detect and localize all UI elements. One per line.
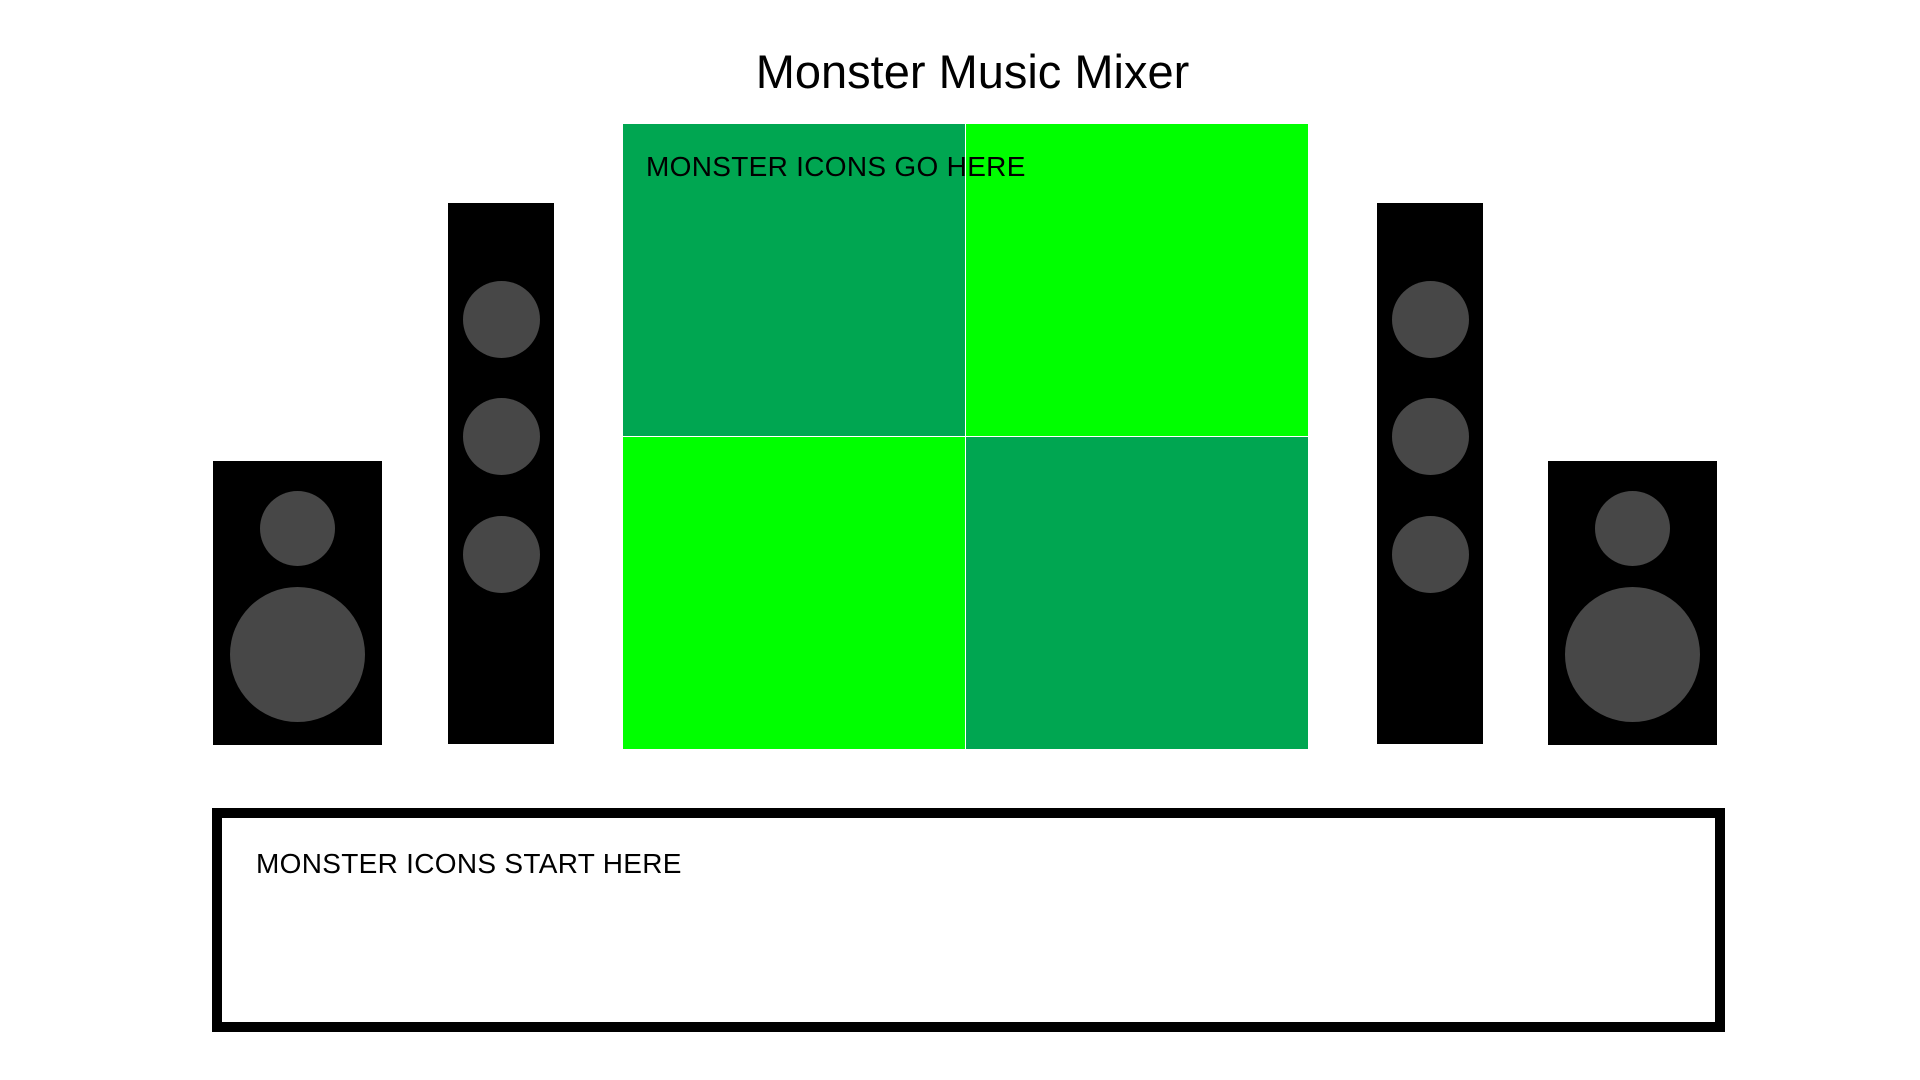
speaker-driver bbox=[463, 398, 540, 475]
page-title: Monster Music Mixer bbox=[755, 45, 1190, 98]
speaker-woofer bbox=[230, 587, 365, 722]
monster-start-tray[interactable]: MONSTER ICONS START HERE bbox=[212, 808, 1725, 1032]
speaker-tweeter bbox=[260, 491, 335, 566]
speaker-driver bbox=[1392, 281, 1469, 358]
speaker-driver bbox=[463, 516, 540, 593]
drop-zone-label: MONSTER ICONS GO HERE bbox=[646, 151, 1026, 182]
speaker-woofer bbox=[1565, 587, 1700, 722]
speaker-driver bbox=[463, 281, 540, 358]
speaker-driver bbox=[1392, 398, 1469, 475]
drop-cell-bottom-left[interactable] bbox=[623, 437, 965, 749]
mixer-stage: Monster Music Mixer MONSTER ICONS GO HER… bbox=[0, 0, 1920, 1080]
start-tray-label: MONSTER ICONS START HERE bbox=[256, 848, 682, 879]
monster-drop-zone[interactable]: MONSTER ICONS GO HERE bbox=[623, 124, 1308, 749]
speaker-right-small bbox=[1548, 461, 1717, 745]
speaker-left-tall bbox=[448, 203, 554, 744]
speaker-right-tall bbox=[1377, 203, 1483, 744]
speaker-left-small bbox=[213, 461, 382, 745]
speaker-tweeter bbox=[1595, 491, 1670, 566]
drop-cell-bottom-right[interactable] bbox=[966, 437, 1308, 749]
speaker-driver bbox=[1392, 516, 1469, 593]
